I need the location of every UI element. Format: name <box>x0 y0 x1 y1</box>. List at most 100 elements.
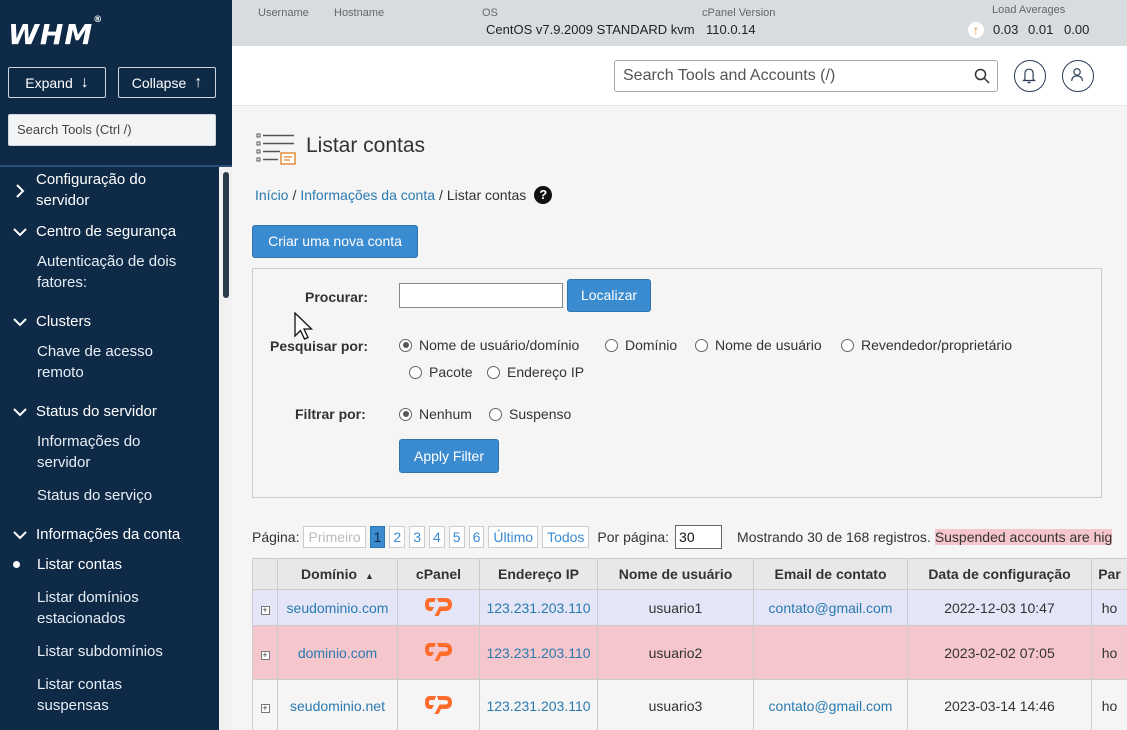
domain-link[interactable]: seudominio.net <box>290 698 385 714</box>
expand-cell: + <box>252 625 278 680</box>
item-label-line1: Informações do <box>37 433 141 450</box>
per-page-input[interactable]: 30 <box>675 525 723 549</box>
email-link[interactable]: contato@gmail.com <box>769 698 893 714</box>
sidebar-item-subdominios[interactable]: Listar subdomínios <box>37 641 163 662</box>
breadcrumb-parent-link[interactable]: Informações da conta <box>300 187 435 203</box>
notifications-button[interactable] <box>1014 60 1046 92</box>
search-by-username-radio[interactable]: Nome de usuário <box>695 337 822 353</box>
header-label: Domínio <box>301 566 358 582</box>
column-header-username[interactable]: Nome de usuário <box>597 558 754 590</box>
cpanel-icon[interactable] <box>423 693 455 715</box>
ip-link[interactable]: 123.231.203.110 <box>486 645 590 661</box>
column-header-domain[interactable]: Domínio ▲ <box>277 558 398 590</box>
sidebar-item-contas-suspensas[interactable]: Listar contas suspensas <box>37 674 122 716</box>
ip-cell: 123.231.203.110 <box>479 589 598 626</box>
filter-none-radio[interactable]: Nenhum <box>399 406 472 422</box>
filter-suspended-radio[interactable]: Suspenso <box>489 406 571 422</box>
breadcrumb-separator: / <box>292 187 297 203</box>
column-header-email[interactable]: Email de contato <box>753 558 908 590</box>
sidebar-item-status-servico[interactable]: Status do serviço <box>37 485 152 506</box>
sidebar-item-dominios-estacionados[interactable]: Listar domínios estacionados <box>37 587 139 629</box>
ip-link[interactable]: 123.231.203.110 <box>486 600 590 616</box>
item-label-line2: estacionados <box>37 610 126 627</box>
cpanel-version-value: 110.0.14 <box>706 22 756 37</box>
ip-link[interactable]: 123.231.203.110 <box>486 698 590 714</box>
sidebar-item-listar-contas[interactable]: Listar contas <box>37 554 122 575</box>
breadcrumb-home-link[interactable]: Início <box>255 187 288 203</box>
user-menu-button[interactable] <box>1062 60 1094 92</box>
create-account-button[interactable]: Criar uma nova conta <box>252 225 418 258</box>
apply-filter-button[interactable]: Apply Filter <box>399 439 499 473</box>
search-by-domain-radio[interactable]: Domínio <box>605 337 677 353</box>
username-cell: usuario2 <box>597 625 754 680</box>
email-link[interactable]: contato@gmail.com <box>769 600 893 616</box>
chevron-down-icon[interactable] <box>12 314 28 330</box>
collapse-button[interactable]: Collapse ↑ <box>118 67 216 98</box>
domain-link[interactable]: seudominio.com <box>287 600 389 616</box>
logo-text: WHM <box>8 18 94 51</box>
cpanel-version-label: cPanel Version <box>702 7 776 19</box>
expand-icon[interactable]: + <box>260 605 270 615</box>
sidebar-section-seguranca[interactable]: Centro de segurança <box>36 221 176 242</box>
search-by-reseller-radio[interactable]: Revendedor/proprietário <box>841 337 1012 353</box>
page-link-1[interactable]: 1 <box>369 526 386 548</box>
item-label-line1: Chave de acesso <box>37 343 153 360</box>
search-by-package-radio[interactable]: Pacote <box>409 364 473 380</box>
search-icon[interactable] <box>974 68 990 84</box>
ip-cell: 123.231.203.110 <box>479 625 598 680</box>
sidebar-item-info-servidor[interactable]: Informações do servidor <box>37 431 140 473</box>
cpanel-icon[interactable] <box>423 640 455 662</box>
account-search-input[interactable] <box>399 283 563 308</box>
sidebar-section-clusters[interactable]: Clusters <box>36 311 91 332</box>
search-input[interactable]: Search Tools and Accounts (/) <box>614 60 998 92</box>
expand-cell: + <box>252 589 278 626</box>
expand-button[interactable]: Expand ↓ <box>8 67 106 98</box>
domain-cell: seudominio.net <box>277 679 398 730</box>
search-by-ip-radio[interactable]: Endereço IP <box>487 364 584 380</box>
setup-date-cell: 2023-02-02 07:05 <box>907 625 1092 680</box>
expand-icon[interactable]: + <box>260 650 270 660</box>
table-header-row: Domínio ▲ cPanel Endereço IP Nome de usuá… <box>252 558 1127 590</box>
cpanel-cell <box>397 625 480 680</box>
help-icon[interactable]: ? <box>534 186 553 204</box>
column-header-ip[interactable]: Endereço IP <box>479 558 598 590</box>
column-header-setup-date[interactable]: Data de configuração <box>907 558 1092 590</box>
sidebar-item-autenticacao[interactable]: Autenticação de dois fatores: <box>37 251 176 293</box>
email-cell: contato@gmail.com <box>753 589 908 626</box>
radio-label: Endereço IP <box>507 364 585 380</box>
sidebar-item-chave-remoto[interactable]: Chave de acesso remoto <box>37 341 153 383</box>
column-header-cpanel[interactable]: cPanel <box>397 558 480 590</box>
sidebar-section-status-servidor[interactable]: Status do servidor <box>36 401 157 422</box>
domain-link[interactable]: dominio.com <box>298 645 377 661</box>
all-pages-link[interactable]: Todos <box>542 526 590 548</box>
find-button[interactable]: Localizar <box>567 279 651 312</box>
logo-registered-mark: ® <box>93 14 104 25</box>
last-page-link[interactable]: Último <box>488 526 539 548</box>
page-link-5[interactable]: 5 <box>448 526 465 548</box>
chevron-down-icon[interactable] <box>12 404 28 420</box>
page-link-6[interactable]: 6 <box>468 526 485 548</box>
page-link-3[interactable]: 3 <box>409 526 425 548</box>
radio-icon <box>695 338 708 352</box>
page-label: Página: <box>252 529 300 545</box>
page-link-2[interactable]: 2 <box>389 526 406 548</box>
sidebar-section-info-conta[interactable]: Informações da conta <box>36 524 180 545</box>
cpanel-icon[interactable] <box>423 595 455 617</box>
search-by-user-domain-radio[interactable]: Nome de usuário/domínio <box>399 337 579 353</box>
section-label-line2: servidor <box>36 192 90 209</box>
whm-logo[interactable]: WHM® <box>8 14 104 51</box>
sidebar-scrollbar-thumb[interactable] <box>223 172 229 298</box>
sidebar: WHM® Expand ↓ Collapse ↑ Search Tools (C… <box>0 0 232 730</box>
chevron-down-icon[interactable] <box>12 224 28 240</box>
chevron-right-icon[interactable] <box>12 183 28 199</box>
load-1: 0.03 <box>993 22 1019 37</box>
page-link-4[interactable]: 4 <box>429 526 445 548</box>
setup-date-cell: 2023-03-14 14:46 <box>907 679 1092 730</box>
column-header-partition[interactable]: Par <box>1091 558 1127 590</box>
arrow-up-icon: ↑ <box>194 73 203 91</box>
expand-icon[interactable]: + <box>260 703 270 713</box>
email-cell: contato@gmail.com <box>753 679 908 730</box>
sidebar-search-input[interactable]: Search Tools (Ctrl /) <box>8 114 216 146</box>
sidebar-section-configuracao[interactable]: Configuração do servidor <box>36 169 146 211</box>
chevron-down-icon[interactable] <box>12 527 28 543</box>
